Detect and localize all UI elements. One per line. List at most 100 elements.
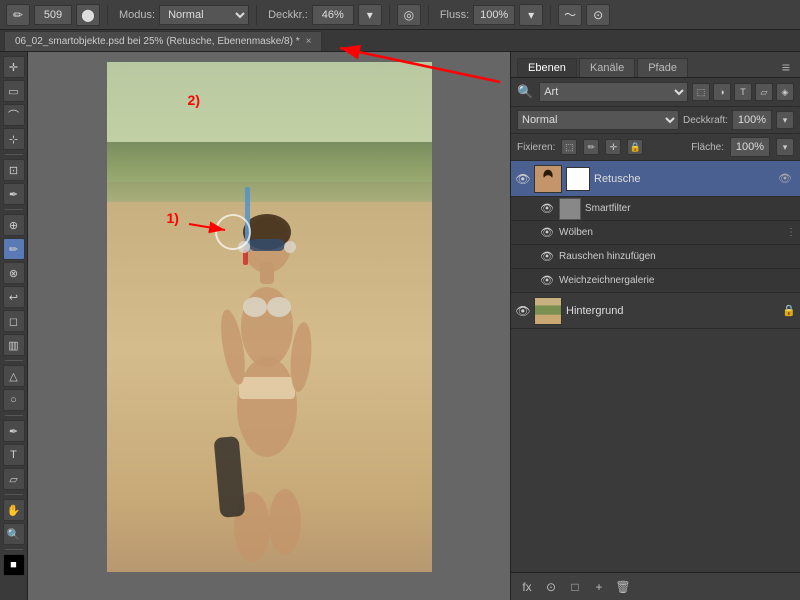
opacity-value[interactable]: 100% bbox=[732, 110, 772, 130]
opacity-arrow-icon[interactable]: ▾ bbox=[358, 4, 382, 26]
layer-retusche-vis[interactable]: 👁 bbox=[515, 171, 531, 187]
brush-picker-btn[interactable]: ⬤ bbox=[76, 4, 100, 26]
figure-svg bbox=[157, 107, 377, 567]
opacity-arrow-btn[interactable]: ▾ bbox=[776, 111, 794, 129]
opacity-label: Deckkraft: bbox=[683, 115, 728, 126]
lock-label: Fixieren: bbox=[517, 142, 555, 153]
eraser-tool[interactable]: ◻ bbox=[3, 310, 25, 332]
lock-row: Fixieren: ⬚ ✏ ✛ 🔒 Fläche: 100% ▾ bbox=[511, 134, 800, 161]
opacity-input[interactable]: 46% bbox=[312, 5, 354, 25]
smartfilter-weich-vis[interactable]: 👁 bbox=[539, 274, 555, 287]
tool-sep1 bbox=[5, 154, 23, 155]
brush-tool-icon[interactable]: ✏ bbox=[6, 4, 30, 26]
shape-tool[interactable]: ▱ bbox=[3, 468, 25, 490]
blur-tool[interactable]: △ bbox=[3, 365, 25, 387]
sep2 bbox=[256, 5, 257, 25]
move-tool[interactable]: ✛ bbox=[3, 56, 25, 78]
layer-hintergrund[interactable]: 👁 Hintergrund 🔒 bbox=[511, 293, 800, 329]
filter-pixel-btn[interactable]: ⬚ bbox=[692, 83, 710, 101]
new-fill-btn[interactable]: ⊙ bbox=[541, 577, 561, 597]
flow-arrow-icon[interactable]: ▾ bbox=[519, 4, 543, 26]
smartfilter-rauschen[interactable]: 👁 Rauschen hinzufügen bbox=[511, 245, 800, 269]
panel-options-btn[interactable]: ≡ bbox=[778, 57, 794, 77]
tool-sep6 bbox=[5, 549, 23, 550]
mode-select[interactable]: Normal bbox=[159, 5, 249, 25]
filter-smart-btn[interactable]: ◈ bbox=[776, 83, 794, 101]
tool-sep2 bbox=[5, 209, 23, 210]
smartfilter-woelben-name: Wölben bbox=[559, 227, 593, 238]
layer-hintergrund-vis[interactable]: 👁 bbox=[515, 303, 531, 319]
sep1 bbox=[107, 5, 108, 25]
right-panel: Ebenen Kanäle Pfade ≡ 🔍 Art ⬚ ◑ T ▱ ◈ No… bbox=[510, 52, 800, 600]
lock-transparent-btn[interactable]: ⬚ bbox=[561, 139, 577, 155]
fill-arrow-btn[interactable]: ▾ bbox=[776, 138, 794, 156]
smooth-icon[interactable]: 〜 bbox=[558, 4, 582, 26]
canvas-container[interactable]: 1) bbox=[107, 62, 432, 572]
filter-text-btn[interactable]: T bbox=[734, 83, 752, 101]
layer-hintergrund-thumb bbox=[534, 297, 562, 325]
new-layer-btn[interactable]: + bbox=[589, 577, 609, 597]
flow-label: Fluss: bbox=[440, 9, 469, 21]
eyedropper-tool[interactable]: ✒ bbox=[3, 183, 25, 205]
select-tool[interactable]: ▭ bbox=[3, 80, 25, 102]
lock-move-btn[interactable]: ✛ bbox=[605, 139, 621, 155]
layer-hintergrund-name: Hintergrund bbox=[566, 305, 782, 317]
filter-shape-btn[interactable]: ▱ bbox=[755, 83, 773, 101]
delete-layer-btn[interactable]: 🗑 bbox=[613, 577, 633, 597]
tab-pfade[interactable]: Pfade bbox=[637, 58, 688, 77]
lock-all-btn[interactable]: 🔒 bbox=[627, 139, 643, 155]
smartfilter-woelben-icon: ⋮ bbox=[786, 227, 796, 238]
mode-label: Modus: bbox=[119, 9, 155, 21]
layer-retusche-extra-vis[interactable]: 👁 bbox=[777, 171, 793, 187]
main-area: ✛ ▭ ⌒ ⊹ ⊡ ✒ ⊕ ✏ ⊗ ↩ ◻ ▥ △ ○ ✒ T ▱ ✋ 🔍 ■ bbox=[0, 52, 800, 600]
angle-icon[interactable]: ⊙ bbox=[586, 4, 610, 26]
heal-brush-tool[interactable]: ⊕ bbox=[3, 214, 25, 236]
flow-input[interactable]: 100% bbox=[473, 5, 515, 25]
lock-paint-btn[interactable]: ✏ bbox=[583, 139, 599, 155]
fill-label: Fläche: bbox=[691, 142, 724, 153]
layer-retusche-thumb bbox=[534, 165, 562, 193]
clone-stamp-tool[interactable]: ⊗ bbox=[3, 262, 25, 284]
airbrush-icon[interactable]: ◎ bbox=[397, 4, 421, 26]
zoom-tool[interactable]: 🔍 bbox=[3, 523, 25, 545]
fill-value[interactable]: 100% bbox=[730, 137, 770, 157]
layer-retusche[interactable]: 👁 Retusche 👁 bbox=[511, 161, 800, 197]
tab-ebenen[interactable]: Ebenen bbox=[517, 58, 577, 77]
new-group-btn[interactable]: □ bbox=[565, 577, 585, 597]
smartfilter-name: Smartfilter bbox=[585, 203, 631, 214]
tool-sep4 bbox=[5, 415, 23, 416]
pen-tool[interactable]: ✒ bbox=[3, 420, 25, 442]
smartfilter-vis[interactable]: 👁 bbox=[539, 202, 555, 215]
toolbox: ✛ ▭ ⌒ ⊹ ⊡ ✒ ⊕ ✏ ⊗ ↩ ◻ ▥ △ ○ ✒ T ▱ ✋ 🔍 ■ bbox=[0, 52, 28, 600]
layer-retusche-name: Retusche bbox=[594, 173, 777, 185]
smartfilter-group[interactable]: 👁 Smartfilter bbox=[511, 197, 800, 221]
tab-close-btn[interactable]: × bbox=[306, 36, 312, 47]
crop-tool[interactable]: ⊡ bbox=[3, 159, 25, 181]
blend-mode-select[interactable]: Normal bbox=[517, 110, 679, 130]
fx-btn[interactable]: fx bbox=[517, 577, 537, 597]
filter-select[interactable]: Art bbox=[539, 82, 688, 102]
dodge-tool[interactable]: ○ bbox=[3, 389, 25, 411]
smartfilter-rauschen-name: Rauschen hinzufügen bbox=[559, 251, 656, 262]
filter-adjust-btn[interactable]: ◑ bbox=[713, 83, 731, 101]
history-brush-tool[interactable]: ↩ bbox=[3, 286, 25, 308]
brush-tool[interactable]: ✏ bbox=[3, 238, 25, 260]
lasso-tool[interactable]: ⌒ bbox=[3, 104, 25, 126]
foreground-color[interactable]: ■ bbox=[3, 554, 25, 576]
tool-sep3 bbox=[5, 360, 23, 361]
smartfilter-woelben-vis[interactable]: 👁 bbox=[539, 226, 555, 239]
document-tab[interactable]: 06_02_smartobjekte.psd bei 25% (Retusche… bbox=[4, 31, 322, 51]
annotation-circle bbox=[215, 214, 251, 250]
top-toolbar: ✏ 509 ⬤ Modus: Normal Deckkr.: 46% ▾ ◎ F… bbox=[0, 0, 800, 30]
smartfilter-woelben[interactable]: 👁 Wölben ⋮ bbox=[511, 221, 800, 245]
smartfilter-weich[interactable]: 👁 Weichzeichnergalerie bbox=[511, 269, 800, 293]
magic-wand-tool[interactable]: ⊹ bbox=[3, 128, 25, 150]
gradient-tool[interactable]: ▥ bbox=[3, 334, 25, 356]
brush-size-input[interactable]: 509 bbox=[34, 5, 72, 25]
text-tool[interactable]: T bbox=[3, 444, 25, 466]
hand-tool[interactable]: ✋ bbox=[3, 499, 25, 521]
tab-kanaele[interactable]: Kanäle bbox=[579, 58, 635, 77]
sep4 bbox=[428, 5, 429, 25]
smartfilter-rauschen-vis[interactable]: 👁 bbox=[539, 250, 555, 263]
tool-sep5 bbox=[5, 494, 23, 495]
